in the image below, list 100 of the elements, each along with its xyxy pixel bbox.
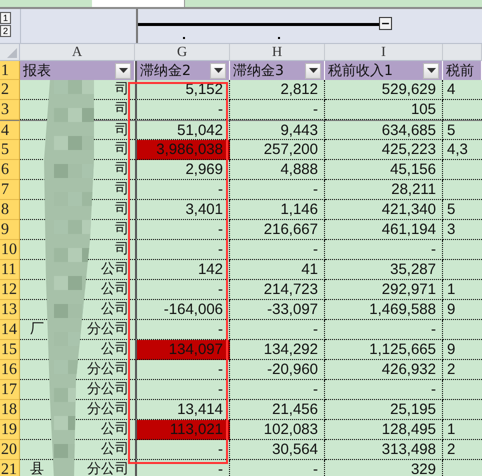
table-cell: 5: [443, 120, 482, 140]
row-header[interactable]: 16: [0, 360, 20, 380]
table-cell: 461,194: [325, 220, 443, 240]
table-cell: -: [230, 100, 325, 120]
table-cell: 4: [443, 80, 482, 100]
cell-text: 司: [115, 100, 129, 119]
table-cell: 105: [325, 100, 443, 120]
table-cell: -20,960: [230, 360, 325, 380]
cell-text: 公司: [101, 260, 129, 279]
column-header[interactable]: I: [325, 44, 443, 61]
cell-text: 司: [115, 121, 129, 139]
table-cell: 134,292: [230, 340, 325, 360]
column-header[interactable]: A: [20, 44, 135, 61]
table-cell: -: [230, 460, 325, 476]
row-header[interactable]: 14: [0, 320, 20, 340]
row-header[interactable]: 21: [0, 460, 20, 476]
table-cell: 2: [443, 440, 482, 460]
cell-text: 公司: [101, 280, 129, 299]
table-cell: 426,932: [325, 360, 443, 380]
row-header[interactable]: 10: [0, 240, 20, 260]
cell-text: 厂: [30, 320, 44, 339]
filter-dropdown-button[interactable]: [305, 62, 321, 78]
table-cell: [443, 400, 482, 420]
row-header[interactable]: 18: [0, 400, 20, 420]
table-cell: 2,812: [230, 80, 325, 100]
row-header[interactable]: 7: [0, 180, 20, 200]
table-cell: 9: [443, 300, 482, 320]
row-header[interactable]: 1: [0, 61, 20, 80]
table-cell: -: [135, 240, 230, 260]
table-cell: -: [135, 280, 230, 300]
filter-dropdown-button[interactable]: [423, 62, 439, 78]
table-cell: -: [230, 180, 325, 200]
cell-text: 分公司: [87, 400, 129, 419]
table-cell: 51,042: [135, 120, 230, 140]
cell-text: 县: [30, 460, 44, 476]
cell-text: 司: [115, 200, 129, 219]
table-cell: 421,340: [325, 200, 443, 220]
header-text: 税前收入1: [328, 62, 393, 80]
table-cell: [443, 460, 482, 476]
row-header[interactable]: 11: [0, 260, 20, 280]
table-cell: -: [230, 320, 325, 340]
table-cell: 35,287: [325, 260, 443, 280]
table-cell: [443, 260, 482, 280]
table-cell: 1: [443, 420, 482, 440]
row-header[interactable]: 15: [0, 340, 20, 360]
column-header[interactable]: H: [230, 44, 325, 61]
row-header[interactable]: 4: [0, 120, 20, 140]
table-cell: 1: [443, 280, 482, 300]
table-cell: [443, 240, 482, 260]
table-cell: 1,146: [230, 200, 325, 220]
column-header[interactable]: G: [135, 44, 230, 61]
outline-level-button[interactable]: 2: [0, 25, 11, 37]
table-cell: 142: [135, 260, 230, 280]
cell-text: 司: [115, 240, 129, 259]
filter-dropdown-button[interactable]: [115, 62, 131, 78]
dropdown-arrow-icon: [118, 68, 128, 73]
row-header[interactable]: 19: [0, 420, 20, 440]
table-cell: [443, 100, 482, 120]
table-cell: 216,667: [230, 220, 325, 240]
row-header[interactable]: 20: [0, 440, 20, 460]
table-cell: 292,971: [325, 280, 443, 300]
table-cell: 5: [443, 200, 482, 220]
table-cell: -: [135, 360, 230, 380]
table-cell: 529,629: [325, 80, 443, 100]
row-header[interactable]: 6: [0, 160, 20, 180]
table-cell: -: [230, 380, 325, 400]
filter-dropdown-button[interactable]: [210, 62, 226, 78]
table-cell: 1,469,588: [325, 300, 443, 320]
row-header[interactable]: 3: [0, 100, 20, 120]
table-cell: 257,200: [230, 140, 325, 160]
table-cell: 25,195: [325, 400, 443, 420]
row-header[interactable]: 5: [0, 140, 20, 160]
table-cell: 41: [230, 260, 325, 280]
outline-level-button[interactable]: 1: [0, 12, 11, 24]
table-cell: [443, 380, 482, 400]
dropdown-arrow-icon: [308, 68, 318, 73]
collapse-button[interactable]: −: [379, 17, 392, 30]
table-cell: -: [325, 240, 443, 260]
table-cell: -164,006: [135, 300, 230, 320]
row-header[interactable]: 12: [0, 280, 20, 300]
cell-text: 司: [115, 140, 129, 159]
table-cell: 102,083: [230, 420, 325, 440]
row-header[interactable]: 13: [0, 300, 20, 320]
table-cell: 2,969: [135, 160, 230, 180]
table-cell: 2: [443, 360, 482, 380]
table-cell: 313,498: [325, 440, 443, 460]
cell-text: 分公司: [87, 460, 129, 476]
cell-text: 分公司: [87, 320, 129, 339]
table-cell: 45,156: [325, 160, 443, 180]
row-header[interactable]: 9: [0, 220, 20, 240]
table-cell: 30,564: [230, 440, 325, 460]
cell-text: 司: [115, 180, 129, 199]
header-text: 滞纳金3: [233, 62, 284, 80]
table-cell: -: [230, 240, 325, 260]
row-header[interactable]: 2: [0, 80, 20, 100]
cell-text: 分公司: [87, 360, 129, 379]
row-header[interactable]: 17: [0, 380, 20, 400]
row-header[interactable]: 8: [0, 200, 20, 220]
cell-text: 司: [115, 80, 129, 99]
table-cell: 9,443: [230, 120, 325, 140]
